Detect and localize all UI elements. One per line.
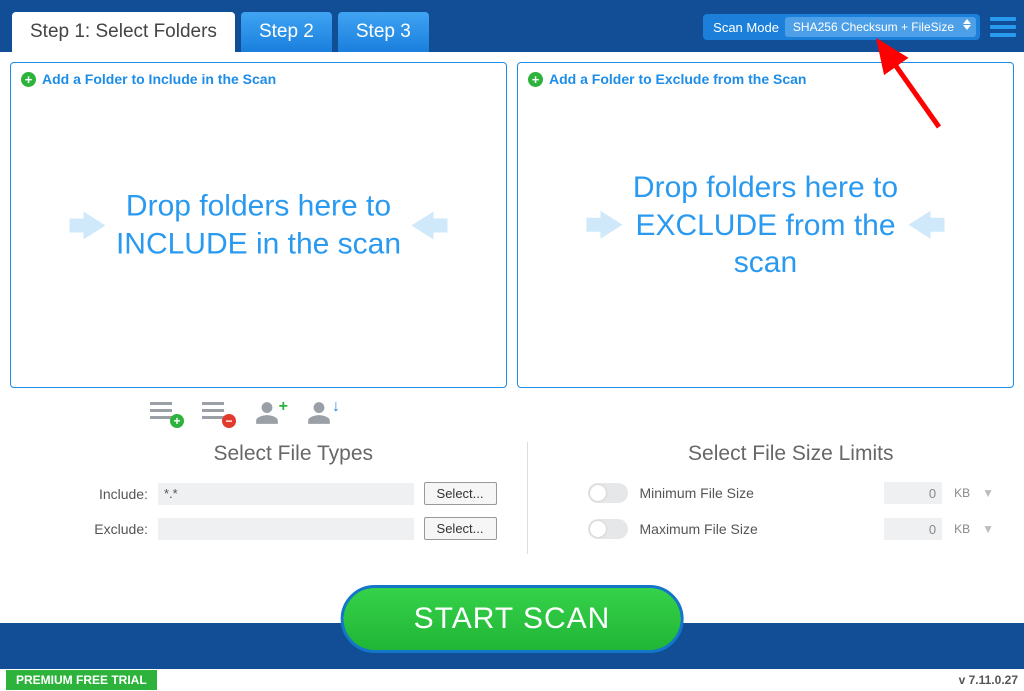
max-size-input[interactable]: [884, 518, 942, 540]
start-scan-button[interactable]: START SCAN: [341, 585, 684, 653]
exclude-types-label: Exclude:: [90, 521, 148, 537]
tab-step1[interactable]: Step 1: Select Folders: [12, 12, 235, 52]
arrow-left-icon: [411, 211, 447, 239]
exclude-types-select-button[interactable]: Select...: [424, 517, 497, 540]
list-remove-icon[interactable]: −: [202, 400, 232, 424]
tab-step3[interactable]: Step 3: [338, 12, 429, 52]
add-exclude-label: Add a Folder to Exclude from the Scan: [549, 71, 806, 87]
max-size-toggle[interactable]: [588, 519, 628, 539]
include-types-input[interactable]: [158, 483, 414, 505]
list-add-icon[interactable]: +: [150, 400, 180, 424]
scan-mode-control[interactable]: Scan Mode SHA256 Checksum + FileSize: [703, 14, 980, 40]
include-drop-text: Drop folders here to INCLUDE in the scan: [116, 188, 401, 263]
add-include-folder-button[interactable]: + Add a Folder to Include in the Scan: [21, 71, 496, 87]
include-types-select-button[interactable]: Select...: [424, 482, 497, 505]
start-scan-wrap: START SCAN: [341, 585, 684, 653]
user-import-icon[interactable]: ↓: [306, 400, 336, 424]
min-size-input[interactable]: [884, 482, 942, 504]
plus-icon: +: [528, 72, 543, 87]
folder-panels: + Add a Folder to Include in the Scan Dr…: [0, 52, 1024, 398]
status-bar: PREMIUM FREE TRIAL v 7.11.0.27: [0, 669, 1024, 691]
tab-step2[interactable]: Step 2: [241, 12, 332, 52]
min-size-unit: KB: [954, 486, 970, 500]
exclude-drop-area[interactable]: Drop folders here to EXCLUDE from the sc…: [518, 169, 1013, 282]
list-action-icons: + − + ↓: [0, 400, 1024, 424]
chevron-down-icon[interactable]: ▼: [982, 522, 994, 536]
top-bar: Step 1: Select Folders Step 2 Step 3 Sca…: [0, 0, 1024, 52]
file-types-section: Select File Types Include: Select... Exc…: [90, 442, 527, 554]
min-size-label: Minimum File Size: [640, 485, 873, 501]
version-label: v 7.11.0.27: [959, 673, 1018, 687]
file-types-title: Select File Types: [90, 442, 497, 466]
filters-section: Select File Types Include: Select... Exc…: [0, 442, 1024, 554]
topbar-right: Scan Mode SHA256 Checksum + FileSize: [703, 14, 1016, 40]
updown-icon: [963, 19, 971, 30]
arrow-right-icon: [70, 211, 106, 239]
file-size-title: Select File Size Limits: [588, 442, 995, 466]
exclude-types-input[interactable]: [158, 518, 414, 540]
scan-mode-value: SHA256 Checksum + FileSize: [793, 20, 954, 34]
step-tabs: Step 1: Select Folders Step 2 Step 3: [8, 12, 429, 52]
menu-icon[interactable]: [990, 17, 1016, 37]
user-add-icon[interactable]: +: [254, 400, 284, 424]
scan-mode-label: Scan Mode: [713, 20, 779, 35]
include-drop-area[interactable]: Drop folders here to INCLUDE in the scan: [11, 188, 506, 263]
max-size-unit: KB: [954, 522, 970, 536]
min-size-toggle[interactable]: [588, 483, 628, 503]
include-types-label: Include:: [90, 486, 148, 502]
include-panel: + Add a Folder to Include in the Scan Dr…: [10, 62, 507, 388]
max-size-label: Maximum File Size: [640, 521, 873, 537]
plus-icon: +: [21, 72, 36, 87]
scan-mode-select[interactable]: SHA256 Checksum + FileSize: [785, 17, 976, 37]
chevron-down-icon[interactable]: ▼: [982, 486, 994, 500]
arrow-left-icon: [908, 211, 944, 239]
file-size-section: Select File Size Limits Minimum File Siz…: [527, 442, 995, 554]
exclude-panel: + Add a Folder to Exclude from the Scan …: [517, 62, 1014, 388]
arrow-right-icon: [587, 211, 623, 239]
add-include-label: Add a Folder to Include in the Scan: [42, 71, 276, 87]
exclude-drop-text: Drop folders here to EXCLUDE from the sc…: [633, 169, 898, 282]
trial-badge[interactable]: PREMIUM FREE TRIAL: [6, 670, 157, 690]
add-exclude-folder-button[interactable]: + Add a Folder to Exclude from the Scan: [528, 71, 1003, 87]
